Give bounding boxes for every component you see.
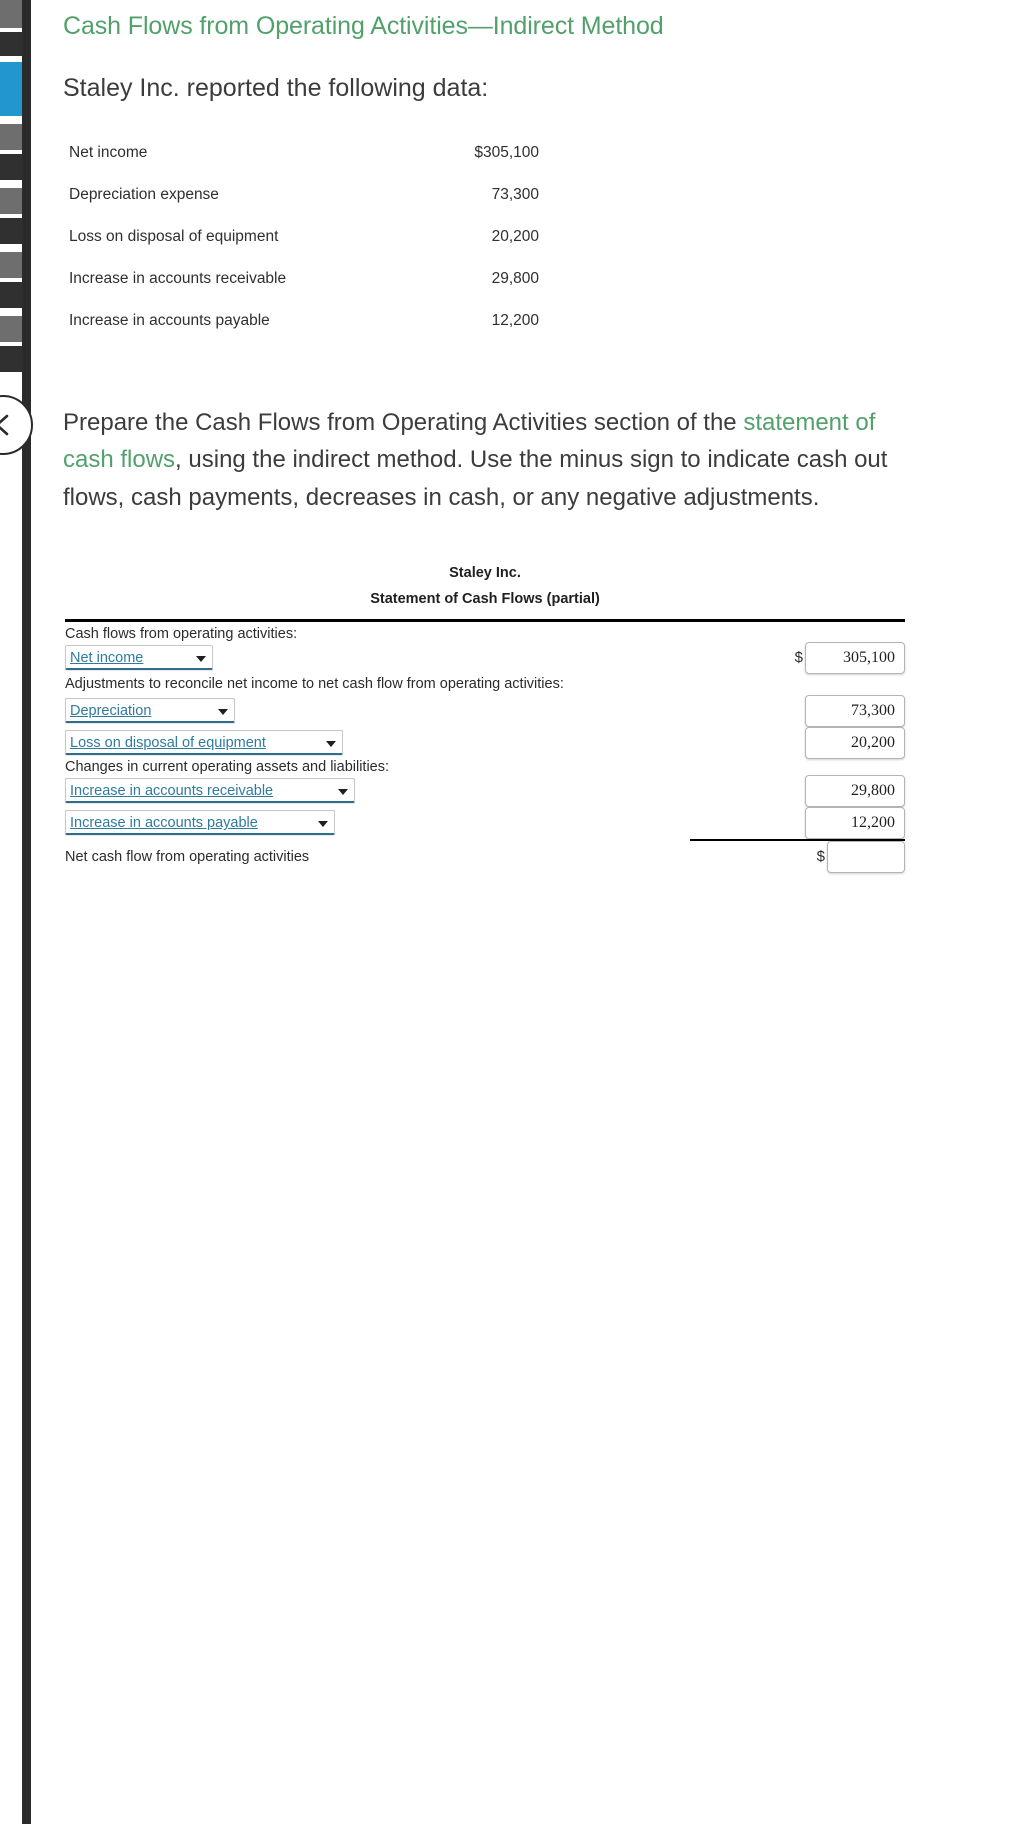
accounts-receivable-select[interactable]: Net incomeDepreciationLoss on disposal o… — [65, 778, 355, 804]
changes-header: Changes in current operating assets and … — [65, 758, 390, 775]
accounts-payable-row-label: Net incomeDepreciationLoss on disposal o… — [65, 807, 675, 839]
given-data-amount: 20,200 — [491, 227, 539, 245]
given-data-amount: $305,100 — [474, 143, 539, 161]
statement-top-rule — [65, 618, 905, 622]
given-data-label: Increase in accounts payable — [69, 311, 270, 329]
rail-segment — [0, 154, 22, 180]
empty-value-cell — [675, 674, 905, 695]
given-data-amount: 73,300 — [491, 185, 539, 203]
statement-company: Staley Inc. — [449, 565, 521, 582]
rail-segment — [0, 32, 22, 56]
given-data-row: Loss on disposal of equipment 20,200 — [69, 216, 549, 258]
statement-of-cash-flows: Staley Inc. Statement of Cash Flows (par… — [65, 561, 905, 873]
app-rail — [0, 0, 22, 1824]
accounts-receivable-value-cell: $ — [675, 774, 905, 807]
given-data-table: Net income $305,100 Depreciation expense 73… — [69, 132, 549, 342]
table-row: Net incomeDepreciationLoss on disposal o… — [65, 641, 905, 674]
adjustments-header: Adjustments to reconcile net income to n… — [65, 675, 564, 692]
statement-title: Statement of Cash Flows (partial) — [370, 590, 600, 607]
net-cash-flow-amount-input[interactable] — [827, 840, 905, 873]
given-data-label: Net income — [69, 143, 148, 161]
lead-paragraph: Staley Inc. reported the following data: — [63, 73, 489, 102]
table-row: Net cash flow from operating activities … — [65, 840, 905, 873]
given-data-row: Net income $305,100 — [69, 132, 549, 174]
depreciation-row-label: Net incomeDepreciationLoss on disposal o… — [65, 695, 675, 727]
accounts-payable-value-cell: $ — [675, 806, 905, 839]
net-cash-flow-value-cell: $ — [675, 840, 905, 873]
rail-segment — [0, 0, 22, 28]
rail-segment — [0, 188, 22, 214]
accounts-receivable-row-label: Net incomeDepreciationLoss on disposal o… — [65, 775, 675, 807]
rail-segment — [0, 124, 22, 150]
instructions-part2: , using the indirect method. Use the min… — [63, 446, 888, 512]
accounts-payable-amount-input[interactable] — [805, 806, 905, 839]
table-row: Net incomeDepreciationLoss on disposal o… — [65, 694, 905, 727]
accounts-receivable-amount-input[interactable] — [805, 774, 905, 807]
rail-divider — [22, 0, 31, 1824]
table-row: Net incomeDepreciationLoss on disposal o… — [65, 774, 905, 807]
dollar-sign: $ — [794, 649, 803, 667]
given-data-amount: 12,200 — [491, 311, 539, 329]
loss-on-disposal-value-cell: $ — [675, 726, 905, 759]
content-column: Cash Flows from Operating Activities—Ind… — [31, 0, 1034, 873]
given-data-row: Increase in accounts payable 12,200 — [69, 300, 549, 342]
rail-segment — [0, 252, 22, 278]
depreciation-select-wrapper[interactable]: Net incomeDepreciationLoss on disposal o… — [65, 698, 235, 724]
net-income-amount-input[interactable] — [805, 641, 905, 674]
instructions-paragraph: Prepare the Cash Flows from Operating Ac… — [63, 404, 893, 518]
loss-on-disposal-amount-input[interactable] — [805, 726, 905, 759]
depreciation-amount-input[interactable] — [805, 694, 905, 727]
rail-segment — [0, 308, 22, 316]
screen-root: Cash Flows from Operating Activities—Ind… — [0, 0, 1034, 1824]
rail-segment — [0, 180, 22, 188]
table-row: Adjustments to reconcile net income to n… — [65, 674, 905, 695]
dollar-sign: $ — [816, 848, 825, 866]
loss-on-disposal-row-label: Net incomeDepreciationLoss on disposal o… — [65, 727, 675, 759]
given-data-amount: 29,800 — [491, 269, 539, 287]
accounts-payable-select-wrapper[interactable]: Net incomeDepreciationLoss on disposal o… — [65, 810, 335, 836]
rail-segment — [0, 62, 22, 116]
empty-value-cell — [675, 626, 905, 642]
table-row: Cash flows from operating activities: — [65, 626, 905, 642]
rail-segment — [0, 116, 22, 124]
loss-on-disposal-select[interactable]: Net incomeDepreciationLoss on disposal o… — [65, 730, 343, 756]
given-data-label: Increase in accounts receivable — [69, 269, 287, 287]
net-income-select-wrapper[interactable]: Net incomeDepreciationLoss on disposal o… — [65, 645, 213, 671]
loss-on-disposal-select-wrapper[interactable]: Net incomeDepreciationLoss on disposal o… — [65, 730, 343, 756]
rail-segment — [0, 218, 22, 244]
chevron-left-icon — [0, 412, 14, 438]
rail-segment — [0, 244, 22, 252]
table-row: Net incomeDepreciationLoss on disposal o… — [65, 806, 905, 839]
depreciation-select[interactable]: Net incomeDepreciationLoss on disposal o… — [65, 698, 235, 724]
given-data-label: Loss on disposal of equipment — [69, 227, 279, 245]
net-income-row-label: Net incomeDepreciationLoss on disposal o… — [65, 642, 675, 674]
depreciation-value-cell: $ — [675, 694, 905, 727]
rail-segment — [0, 282, 22, 308]
net-income-value-cell: $ — [675, 641, 905, 674]
net-cash-flow-label: Net cash flow from operating activities — [65, 848, 310, 865]
section-header-operating: Cash flows from operating activities: — [65, 625, 298, 642]
rail-segment — [0, 316, 22, 342]
net-income-select[interactable]: Net incomeDepreciationLoss on disposal o… — [65, 645, 213, 671]
table-row: Changes in current operating assets and … — [65, 759, 905, 775]
page-title: Cash Flows from Operating Activities—Ind… — [63, 12, 664, 40]
accounts-receivable-select-wrapper[interactable]: Net incomeDepreciationLoss on disposal o… — [65, 778, 355, 804]
empty-value-cell — [675, 759, 905, 775]
rail-segment — [0, 346, 22, 372]
accounts-payable-select[interactable]: Net incomeDepreciationLoss on disposal o… — [65, 810, 335, 836]
given-data-label: Depreciation expense — [69, 185, 219, 203]
statement-table: Cash flows from operating activities: Ne… — [65, 626, 905, 873]
instructions-part1: Prepare the Cash Flows from Operating Ac… — [63, 408, 744, 436]
given-data-row: Increase in accounts receivable 29,800 — [69, 258, 549, 300]
table-row: Net incomeDepreciationLoss on disposal o… — [65, 726, 905, 759]
given-data-row: Depreciation expense 73,300 — [69, 174, 549, 216]
